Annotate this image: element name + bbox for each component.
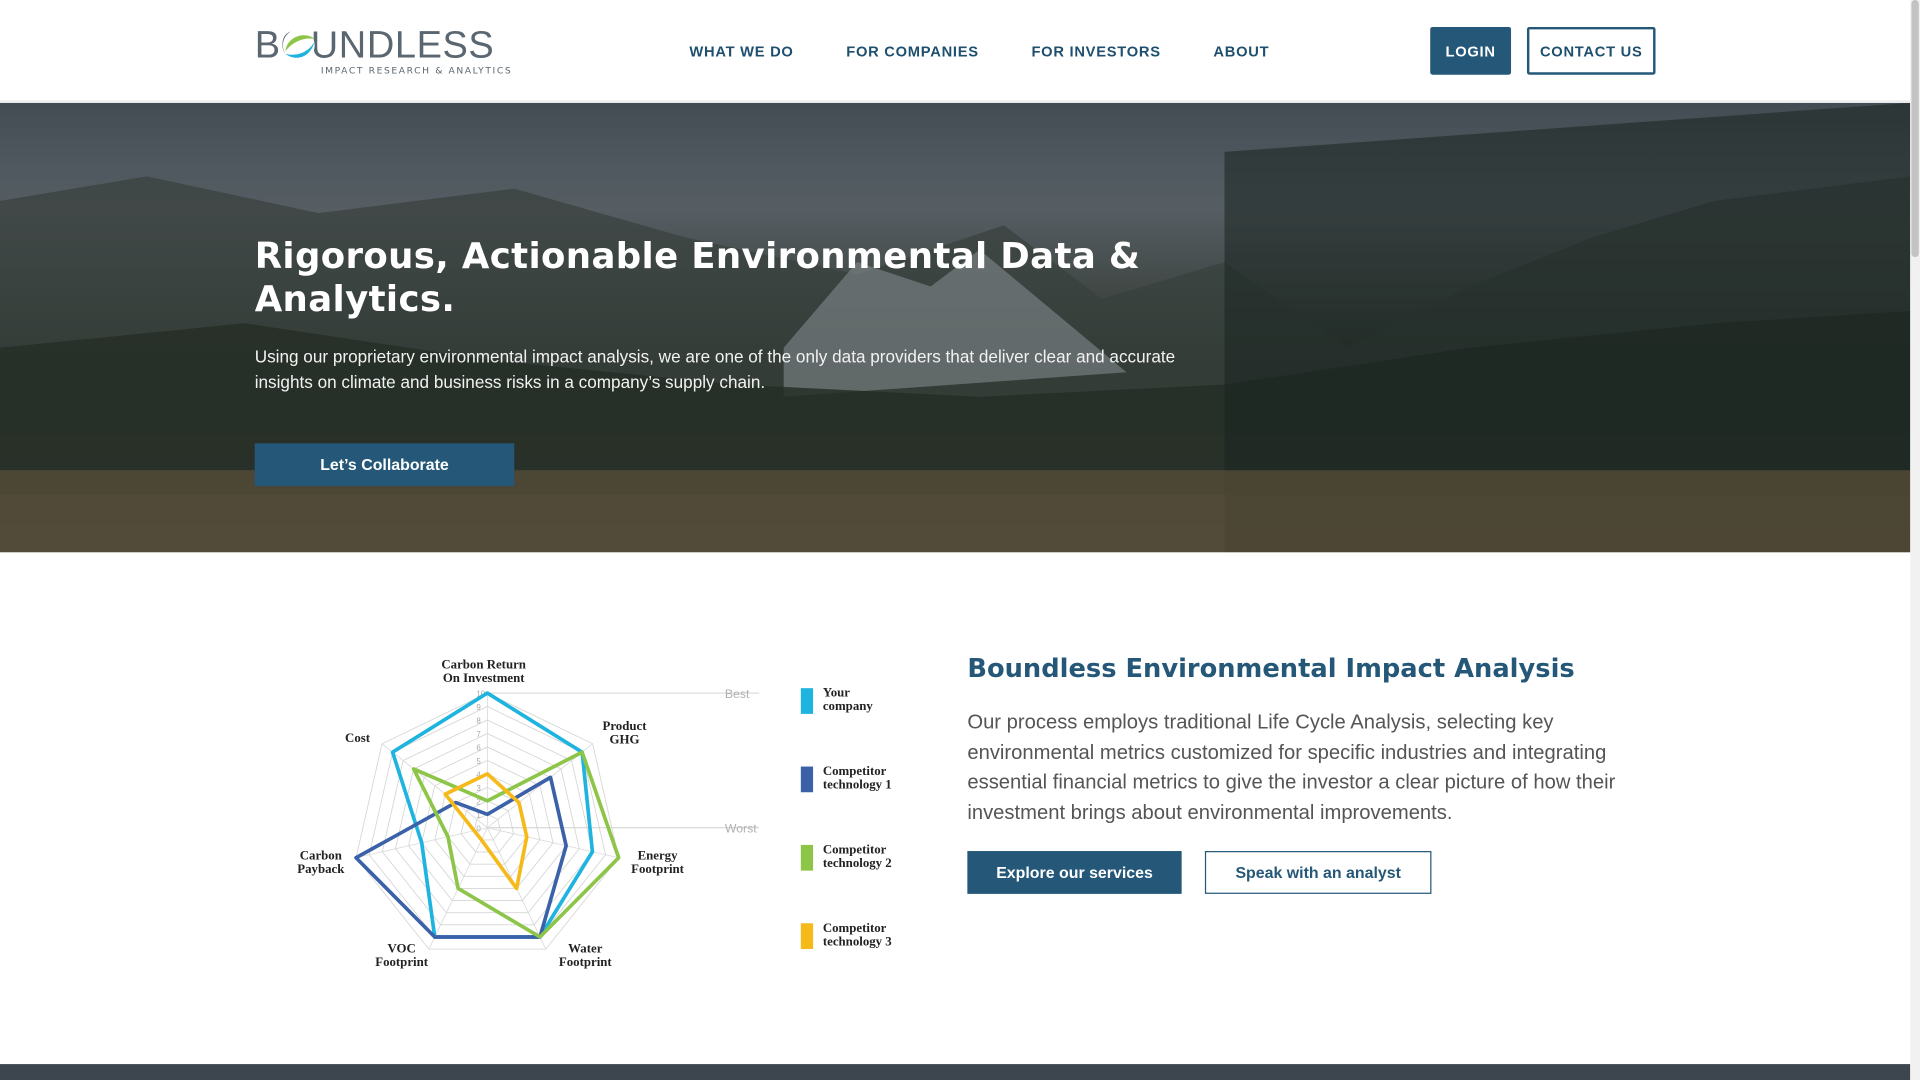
worst-label: Worst — [725, 822, 757, 836]
legend-swatch-3 — [800, 844, 814, 871]
legend-label-3: Competitor technology 2 — [823, 842, 892, 869]
radar-axis-label: Carbon Return On Investment — [441, 658, 526, 685]
radar-scale-tick: 7 — [476, 730, 481, 739]
explore-services-button[interactable]: Explore our services — [967, 851, 1182, 894]
radar-axis-label-line: Footprint — [631, 862, 685, 876]
legend-label-1: Your company — [823, 686, 874, 713]
legend-swatch-2 — [800, 766, 814, 793]
speak-with-analyst-button[interactable]: Speak with an analyst — [1204, 851, 1432, 894]
main-nav: WHAT WE DO FOR COMPANIES FOR INVESTORS A… — [689, 43, 1322, 60]
radar-axis-label-line: Cost — [345, 731, 371, 745]
hero-banner: Rigorous, Actionable Environmental Data … — [0, 102, 1911, 553]
legend-label-line: technology 1 — [823, 778, 892, 792]
radar-scale-tick: 9 — [476, 703, 481, 712]
best-label: Best — [725, 687, 750, 701]
hero-title: Rigorous, Actionable Environmental Data … — [254, 235, 1141, 320]
radar-axis-label: Cost — [345, 731, 371, 745]
radar-axis-label: Product GHG — [602, 719, 647, 746]
legend-label-2: Competitor technology 1 — [823, 764, 892, 791]
footer-band — [0, 1064, 1911, 1080]
lets-collaborate-button[interactable]: Let’s Collaborate — [254, 443, 515, 487]
legend-label-line: Competitor — [823, 921, 887, 935]
legend-label-line: technology 3 — [823, 934, 892, 948]
nav-about[interactable]: ABOUT — [1213, 43, 1269, 60]
legend-label-line: Your — [823, 686, 850, 700]
radar-scale-tick: 5 — [476, 757, 481, 766]
radar-axis-label-line: Carbon — [300, 849, 342, 863]
section-description: Our process employs traditional Life Cyc… — [967, 711, 1616, 824]
radar-axis-label: Carbon Payback — [297, 849, 345, 876]
hero-description: Using our proprietary environmental impa… — [254, 346, 1176, 392]
legend-swatch-4 — [800, 923, 814, 949]
site-header: BOUNDLESS IMPACT RESEARCH & ANALYTICS WH… — [0, 0, 1911, 102]
radar-axis-label: VOC Footprint — [375, 942, 429, 969]
radar-axis-label-line: Water — [568, 942, 603, 956]
radar-axis-label-line: VOC — [387, 942, 415, 956]
radar-scale-tick: 6 — [476, 744, 481, 753]
nav-for-investors[interactable]: FOR INVESTORS — [1031, 43, 1160, 60]
radar-axis-label-line: Footprint — [559, 955, 613, 969]
radar-axis-label: Energy Footprint — [631, 849, 685, 876]
legend-label-line: Competitor — [823, 764, 887, 778]
radar-scale-tick: 8 — [476, 717, 481, 726]
radar-axis-label-line: GHG — [610, 732, 640, 746]
radar-axis-label-line: Product — [602, 719, 647, 733]
logo-tagline: IMPACT RESEARCH & ANALYTICS — [320, 64, 513, 76]
legend-label-line: technology 2 — [823, 856, 892, 870]
legend-label-4: Competitor technology 3 — [823, 921, 892, 948]
radar-chart: 012345678910 BestWorstCarbon Return On Inv… — [297, 658, 892, 970]
radar-series-3 — [411, 750, 621, 939]
radar-axis-label-line: Payback — [297, 862, 345, 876]
radar-axis-label-line: Footprint — [375, 955, 429, 969]
nav-for-companies[interactable]: FOR COMPANIES — [846, 43, 979, 60]
radar-axis-label-line: On Investment — [443, 671, 525, 685]
legend-label-line: Competitor — [823, 842, 887, 856]
login-button[interactable]: LOGIN — [1430, 26, 1512, 75]
radar-axis-label-line: Carbon Return — [441, 658, 526, 672]
radar-axis-label-line: Energy — [638, 849, 679, 863]
logo-leaf-icon — [282, 29, 315, 62]
radar-scale-tick: 3 — [476, 784, 481, 793]
page-scrollbar-thumb[interactable] — [1911, 0, 1919, 258]
legend-label-line: company — [823, 699, 874, 713]
boundless-logo[interactable]: BOUNDLESS IMPACT RESEARCH & ANALYTICS — [255, 24, 511, 78]
radar-axis-label: Water Footprint — [559, 942, 613, 969]
nav-what-we-do[interactable]: WHAT WE DO — [689, 43, 793, 60]
section-title: Boundless Environmental Impact Analysis — [967, 653, 1575, 684]
radar-spoke — [487, 827, 619, 859]
contact-us-button[interactable]: CONTACT US — [1526, 26, 1656, 75]
legend-swatch-1 — [800, 688, 814, 714]
